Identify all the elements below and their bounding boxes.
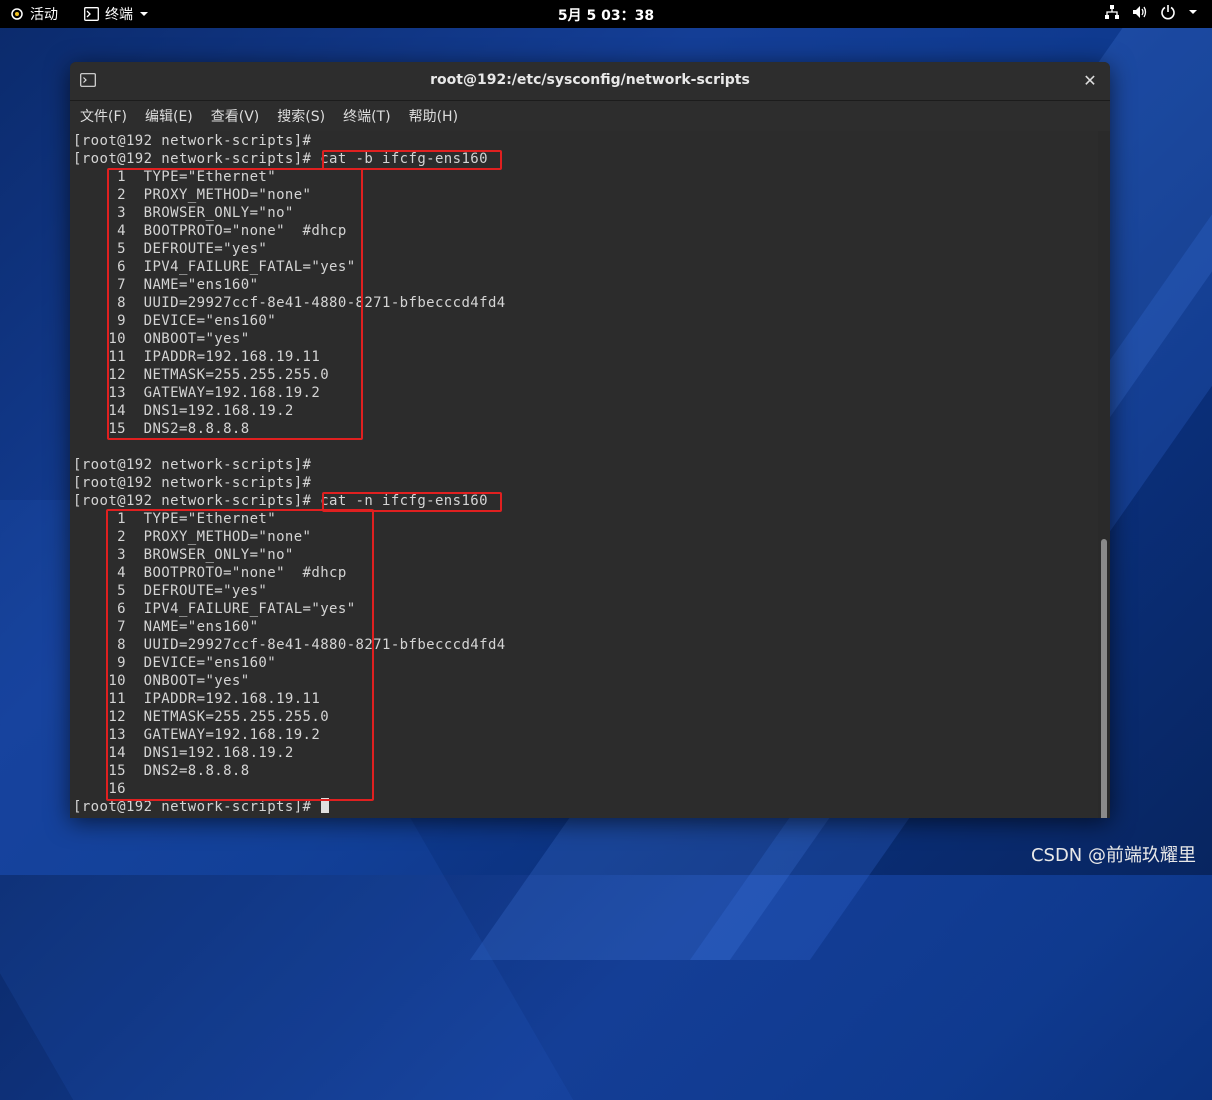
window-titlebar[interactable]: root@192:/etc/sysconfig/network-scripts … xyxy=(70,62,1110,101)
terminal-line: 6 IPV4_FAILURE_FATAL="yes" xyxy=(73,259,356,275)
terminal-line: [root@192 network-scripts]# cat -b ifcfg… xyxy=(73,151,488,167)
close-button[interactable]: ✕ xyxy=(1080,71,1100,91)
clock[interactable]: 5月 5 03：38 xyxy=(558,8,654,24)
close-icon: ✕ xyxy=(1083,71,1097,90)
terminal-line: 12 NETMASK=255.255.255.0 xyxy=(73,709,330,725)
terminal-line: 7 NAME="ens160" xyxy=(73,277,259,293)
menu-file[interactable]: 文件(F) xyxy=(72,106,135,126)
terminal-line: 4 BOOTPROTO="none" #dhcp xyxy=(73,223,347,239)
activities-icon xyxy=(10,7,24,21)
terminal-output[interactable]: [root@192 network-scripts]# [root@192 net… xyxy=(70,131,1098,818)
terminal-line: 2 PROXY_METHOD="none" xyxy=(73,187,312,203)
terminal-line: 1 TYPE="Ethernet" xyxy=(73,511,277,527)
terminal-line: 3 BROWSER_ONLY="no" xyxy=(73,205,294,221)
terminal-line: 13 GATEWAY=192.168.19.2 xyxy=(73,727,321,743)
terminal-line: 12 NETMASK=255.255.255.0 xyxy=(73,367,330,383)
menu-help[interactable]: 帮助(H) xyxy=(401,106,466,126)
top-bar: 活动 终端 5月 5 03：38 xyxy=(0,0,1212,28)
menu-view[interactable]: 查看(V) xyxy=(203,106,268,126)
power-icon xyxy=(1160,4,1176,20)
terminal-line: 16 xyxy=(73,781,144,797)
terminal-line: 7 NAME="ens160" xyxy=(73,619,259,635)
terminal-cursor xyxy=(321,798,330,813)
terminal-lines: [root@192 network-scripts]# [root@192 net… xyxy=(73,132,506,816)
window-title: root@192:/etc/sysconfig/network-scripts xyxy=(430,72,750,88)
terminal-line: 3 BROWSER_ONLY="no" xyxy=(73,547,294,563)
activities-label: 活动 xyxy=(30,7,58,23)
terminal-line: [root@192 network-scripts]# xyxy=(73,133,312,149)
terminal-line: 9 DEVICE="ens160" xyxy=(73,313,277,329)
chevron-down-icon xyxy=(139,10,149,18)
terminal-line: 1 TYPE="Ethernet" xyxy=(73,169,277,185)
terminal-line: 8 UUID=29927ccf-8e41-4880-8271-bfbecccd4… xyxy=(73,295,506,311)
terminal-line: 10 ONBOOT="yes" xyxy=(73,331,250,347)
app-menu-button[interactable]: 终端 xyxy=(84,4,149,24)
terminal-line: 11 IPADDR=192.168.19.11 xyxy=(73,691,321,707)
terminal-icon xyxy=(80,73,96,87)
terminal-line: 9 DEVICE="ens160" xyxy=(73,655,277,671)
system-tray[interactable] xyxy=(1104,4,1198,20)
terminal-line: 5 DEFROUTE="yes" xyxy=(73,241,268,257)
terminal-line: 13 GATEWAY=192.168.19.2 xyxy=(73,385,321,401)
menu-terminal[interactable]: 终端(T) xyxy=(335,106,398,126)
menu-bar: 文件(F) 编辑(E) 查看(V) 搜索(S) 终端(T) 帮助(H) xyxy=(70,101,1110,131)
terminal-line: 2 PROXY_METHOD="none" xyxy=(73,529,312,545)
terminal-line: 10 ONBOOT="yes" xyxy=(73,673,250,689)
terminal-line: 14 DNS1=192.168.19.2 xyxy=(73,745,294,761)
activities-button[interactable]: 活动 xyxy=(10,4,58,24)
terminal-line: 11 IPADDR=192.168.19.11 xyxy=(73,349,321,365)
terminal-line: [root@192 network-scripts]# cat -n ifcfg… xyxy=(73,493,488,509)
terminal-line: 4 BOOTPROTO="none" #dhcp xyxy=(73,565,347,581)
volume-icon xyxy=(1132,4,1148,20)
terminal-prompt: [root@192 network-scripts]# xyxy=(73,799,321,815)
terminal-line: 15 DNS2=8.8.8.8 xyxy=(73,421,250,437)
menu-edit[interactable]: 编辑(E) xyxy=(137,106,201,126)
terminal-window[interactable]: root@192:/etc/sysconfig/network-scripts … xyxy=(70,62,1110,818)
menu-search[interactable]: 搜索(S) xyxy=(269,106,333,126)
watermark: CSDN @前端玖耀里 xyxy=(1030,845,1196,866)
terminal-line: 8 UUID=29927ccf-8e41-4880-8271-bfbecccd4… xyxy=(73,637,506,653)
terminal-line: 14 DNS1=192.168.19.2 xyxy=(73,403,294,419)
terminal-line: [root@192 network-scripts]# xyxy=(73,457,312,473)
terminal-icon xyxy=(84,7,99,21)
app-menu-label: 终端 xyxy=(105,7,133,23)
network-icon xyxy=(1104,4,1120,20)
terminal-prompt-line: [root@192 network-scripts]# xyxy=(73,798,506,816)
terminal-scrollbar[interactable] xyxy=(1098,131,1110,818)
terminal-line: 6 IPV4_FAILURE_FATAL="yes" xyxy=(73,601,356,617)
scrollbar-thumb[interactable] xyxy=(1101,539,1107,818)
terminal-line: 15 DNS2=8.8.8.8 xyxy=(73,763,250,779)
terminal-line: 5 DEFROUTE="yes" xyxy=(73,583,268,599)
terminal-line: [root@192 network-scripts]# xyxy=(73,475,312,491)
chevron-down-icon xyxy=(1188,8,1198,16)
